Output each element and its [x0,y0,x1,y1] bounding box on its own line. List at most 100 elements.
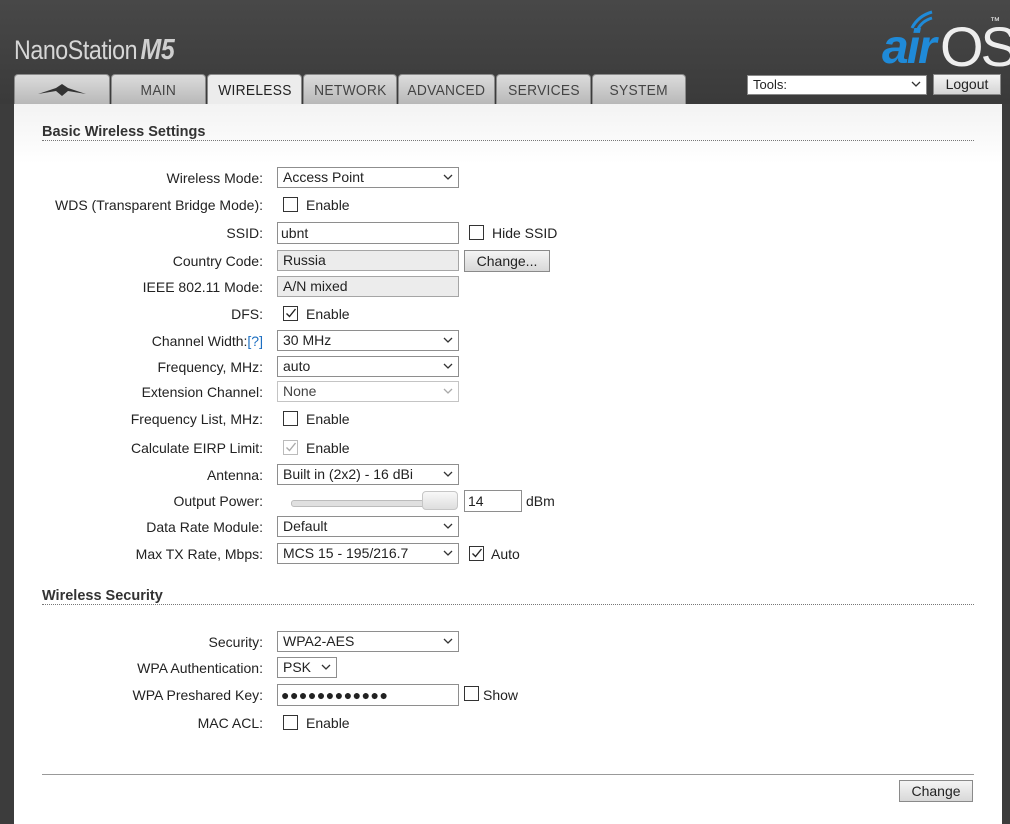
max-tx-rate-label: Max TX Rate, Mbps: [135,546,263,562]
tab-label: MAIN [140,82,177,99]
ubiquiti-logo-icon [38,84,86,96]
wds-label: WDS (Transparent Bridge Mode): [55,197,263,213]
chevron-down-icon [443,523,453,529]
section-divider [42,604,974,605]
hide-ssid-label: Hide SSID [492,225,558,241]
tab-advanced[interactable]: ADVANCED [398,74,495,104]
wireless-mode-label: Wireless Mode: [166,170,263,186]
antenna-select[interactable]: Built in (2x2) - 16 dBi [277,464,459,485]
tab-label: SYSTEM [609,82,669,99]
wds-checkbox[interactable] [283,197,298,212]
output-power-slider-handle[interactable] [422,491,458,510]
select-value: Built in (2x2) - 16 dBi [283,466,413,482]
select-value: PSK [283,659,312,675]
brand-model: M5 [140,34,175,66]
output-power-label: Output Power: [173,493,264,509]
select-value: auto [283,358,311,374]
max-tx-auto-checkbox[interactable] [469,546,484,561]
antenna-label: Antenna: [206,467,263,483]
brand-name: NanoStation [14,35,138,65]
eirp-limit-label: Calculate EIRP Limit: [130,440,263,456]
max-tx-auto-label: Auto [491,546,520,562]
security-select[interactable]: WPA2-AES [277,631,459,652]
logout-button[interactable]: Logout [933,74,1001,95]
wpa-authentication-select[interactable]: PSK [277,657,337,678]
frequency-select[interactable]: auto [277,356,459,377]
checkmark-icon [472,548,483,558]
tab-ubiquiti[interactable] [14,74,110,104]
select-value: MCS 15 - 195/216.7 [283,545,409,561]
wpa-authentication-label: WPA Authentication: [137,660,263,676]
output-power-unit: dBm [526,493,555,509]
data-rate-module-select[interactable]: Default [277,516,459,537]
tab-label: WIRELESS [217,82,292,99]
extension-channel-select[interactable]: None [277,381,459,402]
mac-acl-label: MAC ACL: [197,715,263,731]
chevron-down-icon [911,81,921,87]
tab-network[interactable]: NETWORK [303,74,397,104]
section-divider [42,140,974,141]
channel-width-text: Channel Width: [151,333,248,349]
chevron-down-icon [443,638,453,644]
eirp-limit-checkbox[interactable] [283,440,298,455]
eirp-enable-label: Enable [306,440,350,456]
wpa-preshared-key-input[interactable]: ●●●●●●●●●●●● [277,684,459,706]
logo-tm: ™ [990,16,1000,27]
tab-label: NETWORK [313,82,387,99]
tab-services[interactable]: SERVICES [496,74,591,104]
frequency-list-checkbox[interactable] [283,411,298,426]
select-value: Access Point [283,169,364,185]
basic-settings-title: Basic Wireless Settings [42,124,206,140]
show-key-label: Show [483,687,519,703]
country-change-button[interactable]: Change... [464,250,550,272]
select-value: None [283,383,317,399]
country-code-field: Russia [277,250,459,271]
channel-width-select[interactable]: 30 MHz [277,330,459,351]
select-value: 30 MHz [283,332,332,348]
form-footer-divider [42,774,974,775]
frequency-list-enable-label: Enable [306,411,350,427]
tab-label: ADVANCED [407,82,486,99]
checkmark-icon [286,308,297,318]
change-button[interactable]: Change [899,780,973,802]
channel-width-label: Channel Width:[?] [152,333,263,349]
dfs-checkbox[interactable] [283,306,298,321]
extension-channel-label: Extension Channel: [141,384,263,400]
device-brand: NanoStation M5 [14,34,175,67]
ieee-mode-label: IEEE 802.11 Mode: [142,279,263,295]
ieee-mode-field: A/N mixed [277,276,459,297]
dfs-enable-label: Enable [306,306,350,322]
frequency-list-label: Frequency List, MHz: [130,411,263,427]
logo-air: air [882,21,937,74]
wireless-mode-select[interactable]: Access Point [277,167,459,188]
header: NanoStation M5 air OS ™ MAIN WIRELESS NET… [0,0,1010,105]
wds-enable-label: Enable [306,197,350,213]
chevron-down-icon [443,471,453,477]
dfs-label: DFS: [231,306,263,322]
ssid-input[interactable]: ubnt [277,222,459,244]
mac-acl-enable-label: Enable [306,715,350,731]
hide-ssid-checkbox[interactable] [469,225,484,240]
channel-width-help-link[interactable]: [?] [247,333,263,349]
chevron-down-icon [443,337,453,343]
select-value: WPA2-AES [283,633,355,649]
wpa-preshared-key-label: WPA Preshared Key: [132,687,263,703]
content-panel: Basic Wireless Settings Wireless Mode: A… [14,104,1002,824]
ssid-label: SSID: [226,225,263,241]
show-key-checkbox[interactable] [464,686,479,701]
tab-main[interactable]: MAIN [111,74,206,104]
wireless-security-title: Wireless Security [42,588,163,604]
chevron-down-icon [443,388,453,394]
security-label: Security: [208,634,263,650]
tab-label: SERVICES [507,82,580,99]
chevron-down-icon [443,174,453,180]
max-tx-rate-select[interactable]: MCS 15 - 195/216.7 [277,543,459,564]
tab-system[interactable]: SYSTEM [592,74,686,104]
mac-acl-checkbox[interactable] [283,715,298,730]
output-power-input[interactable]: 14 [464,490,522,512]
tools-select[interactable]: Tools: [747,75,927,95]
select-value: Default [283,518,328,534]
tab-wireless[interactable]: WIRELESS [207,74,302,105]
chevron-down-icon [443,363,453,369]
checkmark-icon [286,442,297,452]
